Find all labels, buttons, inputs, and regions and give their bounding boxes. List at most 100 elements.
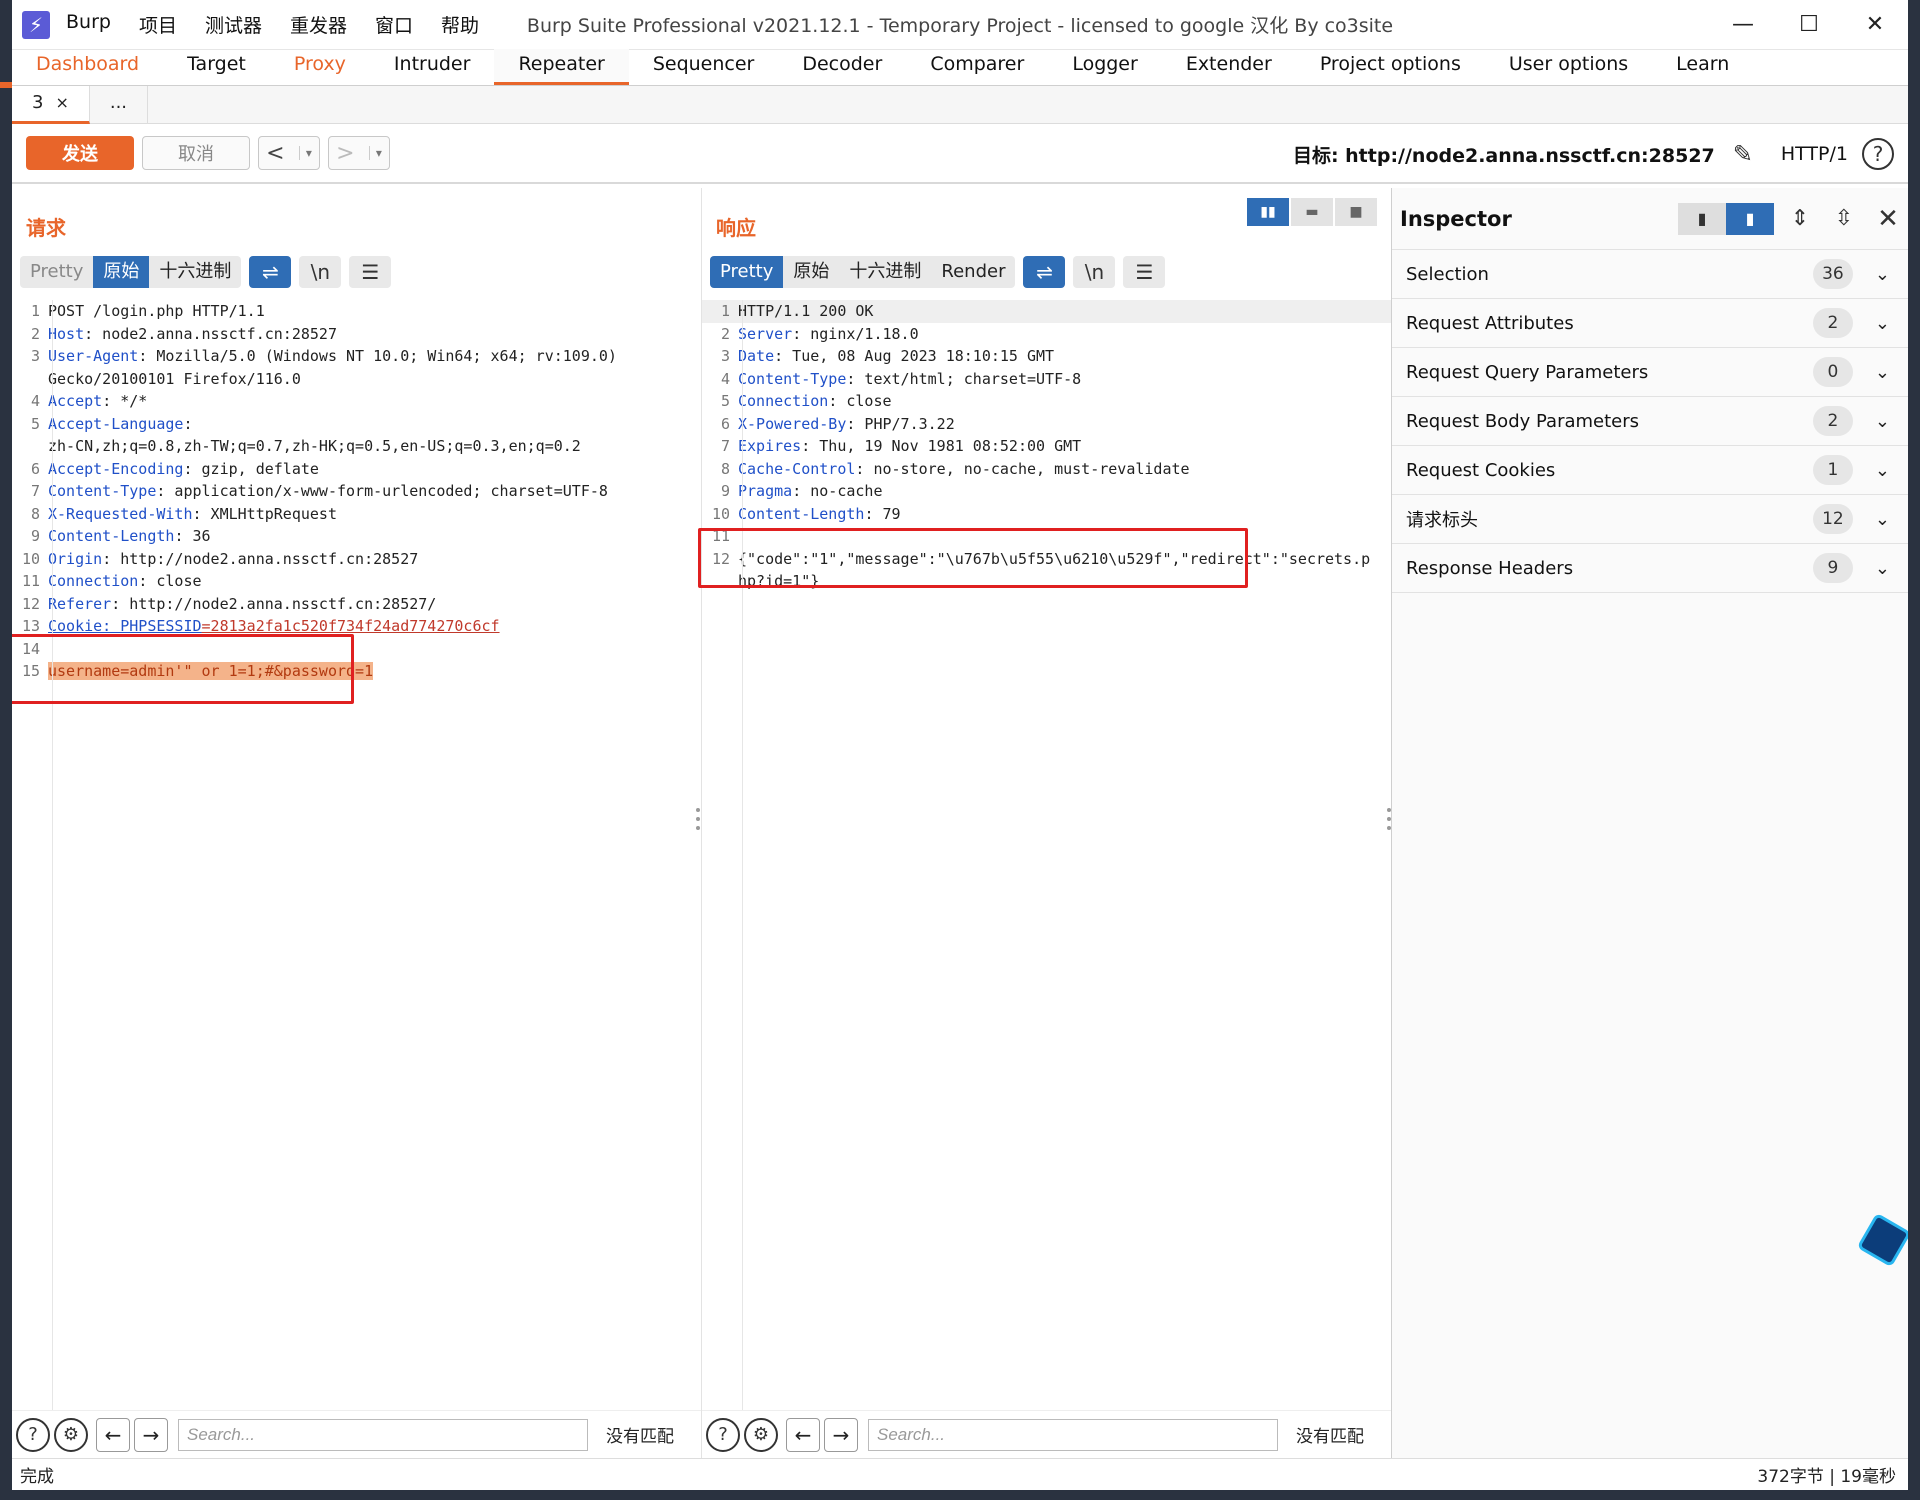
layout-stacked-icon[interactable]: ▬	[1291, 198, 1333, 226]
line-number: 2	[720, 324, 730, 343]
tab-user-options[interactable]: User options	[1485, 49, 1652, 85]
response-lines: 1 HTTP/1.1 200 OK 2 Server: nginx/1.18.0 3 Da…	[702, 300, 1391, 593]
show-newlines-icon[interactable]: \n	[299, 256, 342, 288]
help-icon[interactable]: ?	[16, 1417, 50, 1452]
response-tab-pretty[interactable]: Pretty	[710, 256, 784, 288]
pane-splitter-handle[interactable]	[695, 808, 701, 830]
chevron-down-icon[interactable]: ⌄	[1875, 411, 1890, 432]
request-search-input[interactable]	[178, 1418, 588, 1451]
request-tab-pretty[interactable]: Pretty	[20, 256, 94, 288]
inspector-section[interactable]: Request Query Parameters 0 ⌄	[1392, 348, 1908, 397]
dock-left-icon[interactable]: ▮	[1678, 202, 1726, 235]
inspector-sections: Selection 36 ⌄ Request Attributes 2 ⌄ Request …	[1392, 250, 1908, 593]
request-tab-hex[interactable]: 十六进制	[149, 256, 242, 288]
layout-side-by-side-icon[interactable]: ▮▮	[1247, 198, 1289, 226]
inspector-section[interactable]: 请求标头 12 ⌄	[1392, 495, 1908, 544]
tab-extender[interactable]: Extender	[1162, 49, 1296, 85]
menu-icon[interactable]: ☰	[1123, 256, 1166, 288]
request-editor[interactable]: 1 POST /login.php HTTP/1.1 2 Host: node2.an…	[12, 300, 701, 1410]
arrow-right-icon[interactable]: →	[824, 1417, 858, 1452]
response-tab-render[interactable]: Render	[931, 256, 1016, 288]
close-tab-icon[interactable]: ×	[55, 93, 68, 112]
menu-window[interactable]: 窗口	[375, 11, 413, 38]
help-icon[interactable]: ?	[706, 1417, 740, 1452]
menu-project[interactable]: 项目	[139, 11, 177, 38]
chevron-down-icon[interactable]: ⌄	[1875, 264, 1890, 285]
tab-decoder[interactable]: Decoder	[778, 49, 906, 85]
send-button[interactable]: 发送	[26, 136, 134, 170]
expand-all-icon[interactable]: ⇕	[1782, 206, 1818, 231]
request-tab-raw[interactable]: 原始	[93, 256, 150, 288]
minimize-button[interactable]: —	[1710, 12, 1776, 37]
cancel-button[interactable]: 取消	[142, 136, 250, 170]
inspector-title: Inspector	[1400, 206, 1512, 231]
gear-icon[interactable]: ⚙	[744, 1417, 778, 1452]
tab-target[interactable]: Target	[163, 49, 270, 85]
inspector-section[interactable]: Selection 36 ⌄	[1392, 250, 1908, 299]
tab-proxy[interactable]: Proxy	[270, 49, 370, 85]
code-line: 10 Content-Length: 79	[702, 503, 1391, 526]
line-number: 2	[30, 324, 40, 343]
wrap-lines-icon[interactable]: ⇌	[1023, 256, 1066, 288]
chevron-down-icon[interactable]: ⌄	[1875, 460, 1890, 481]
request-title: 请求	[26, 216, 66, 240]
chevron-down-icon[interactable]: ⌄	[1875, 362, 1890, 383]
repeater-tab-3[interactable]: 3 ×	[12, 85, 90, 124]
menu-help[interactable]: 帮助	[441, 11, 479, 38]
close-window-button[interactable]: ✕	[1842, 12, 1908, 37]
inspector-section[interactable]: Request Attributes 2 ⌄	[1392, 299, 1908, 348]
chevron-down-icon[interactable]: ⌄	[1875, 558, 1890, 579]
wrap-lines-icon[interactable]: ⇌	[249, 256, 292, 288]
header-value: : 79	[864, 504, 901, 523]
inspector-section[interactable]: Request Body Parameters 2 ⌄	[1392, 397, 1908, 446]
dock-right-icon[interactable]: ▮	[1726, 202, 1774, 235]
help-icon[interactable]: ?	[1862, 138, 1894, 170]
menu-intruder[interactable]: 测试器	[205, 11, 262, 38]
collapse-all-icon[interactable]: ⇳	[1826, 206, 1862, 231]
response-view-tabs: Pretty 原始 十六进制 Render ⇌ \n ☰	[710, 256, 1166, 288]
close-inspector-icon[interactable]: ✕	[1868, 204, 1908, 234]
pencil-icon[interactable]: ✎	[1733, 140, 1753, 168]
arrow-left-icon[interactable]: ←	[786, 1417, 820, 1452]
response-search-input[interactable]	[868, 1418, 1278, 1451]
menu-icon[interactable]: ☰	[349, 256, 392, 288]
layout-tabs-icon[interactable]: ■	[1335, 198, 1377, 226]
tab-learn[interactable]: Learn	[1652, 49, 1753, 85]
request-view-tabs: Pretty 原始 十六进制 ⇌ \n ☰	[20, 256, 392, 288]
inspector-section[interactable]: Response Headers 9 ⌄	[1392, 544, 1908, 593]
response-title: 响应	[716, 216, 756, 240]
show-newlines-icon[interactable]: \n	[1073, 256, 1116, 288]
inspector-section[interactable]: Request Cookies 1 ⌄	[1392, 446, 1908, 495]
http-version-button[interactable]: HTTP/1	[1781, 143, 1848, 165]
maximize-button[interactable]: ☐	[1776, 12, 1842, 37]
history-forward-button[interactable]: > ▾	[328, 136, 390, 170]
tab-repeater[interactable]: Repeater	[494, 49, 629, 85]
selected-payload[interactable]: username=admin'" or 1=1;#&password=1	[48, 662, 374, 680]
tab-intruder[interactable]: Intruder	[370, 49, 495, 85]
chevron-down-icon[interactable]: ⌄	[1875, 509, 1890, 530]
tab-comparer[interactable]: Comparer	[906, 49, 1048, 85]
response-tab-raw[interactable]: 原始	[783, 256, 840, 288]
tab-logger[interactable]: Logger	[1048, 49, 1162, 85]
tab-project-options[interactable]: Project options	[1296, 49, 1485, 85]
tab-sequencer[interactable]: Sequencer	[629, 49, 779, 85]
arrow-right-icon[interactable]: →	[134, 1417, 168, 1452]
history-back-button[interactable]: < ▾	[258, 136, 320, 170]
chevron-down-icon[interactable]: ⌄	[1875, 313, 1890, 334]
caret-down-icon[interactable]: ▾	[368, 146, 382, 160]
new-tab-button[interactable]: ...	[90, 85, 149, 124]
header-value: :	[183, 414, 193, 433]
menu-burp[interactable]: Burp	[66, 11, 111, 38]
arrow-left-icon[interactable]: ←	[96, 1417, 130, 1452]
header-key: X-Powered-By	[738, 414, 847, 433]
line-number: 9	[720, 482, 730, 500]
response-tab-hex[interactable]: 十六进制	[839, 256, 932, 288]
gear-icon[interactable]: ⚙	[54, 1417, 88, 1452]
inspector-section-label: Request Attributes	[1406, 312, 1574, 334]
caret-down-icon[interactable]: ▾	[298, 146, 312, 160]
header-key: Content-Length	[48, 527, 175, 545]
menu-repeater[interactable]: 重发器	[290, 11, 347, 38]
response-editor[interactable]: 1 HTTP/1.1 200 OK 2 Server: nginx/1.18.0 3 Da…	[702, 300, 1391, 1410]
line-number: 7	[720, 437, 730, 455]
tab-dashboard[interactable]: Dashboard	[12, 49, 163, 85]
